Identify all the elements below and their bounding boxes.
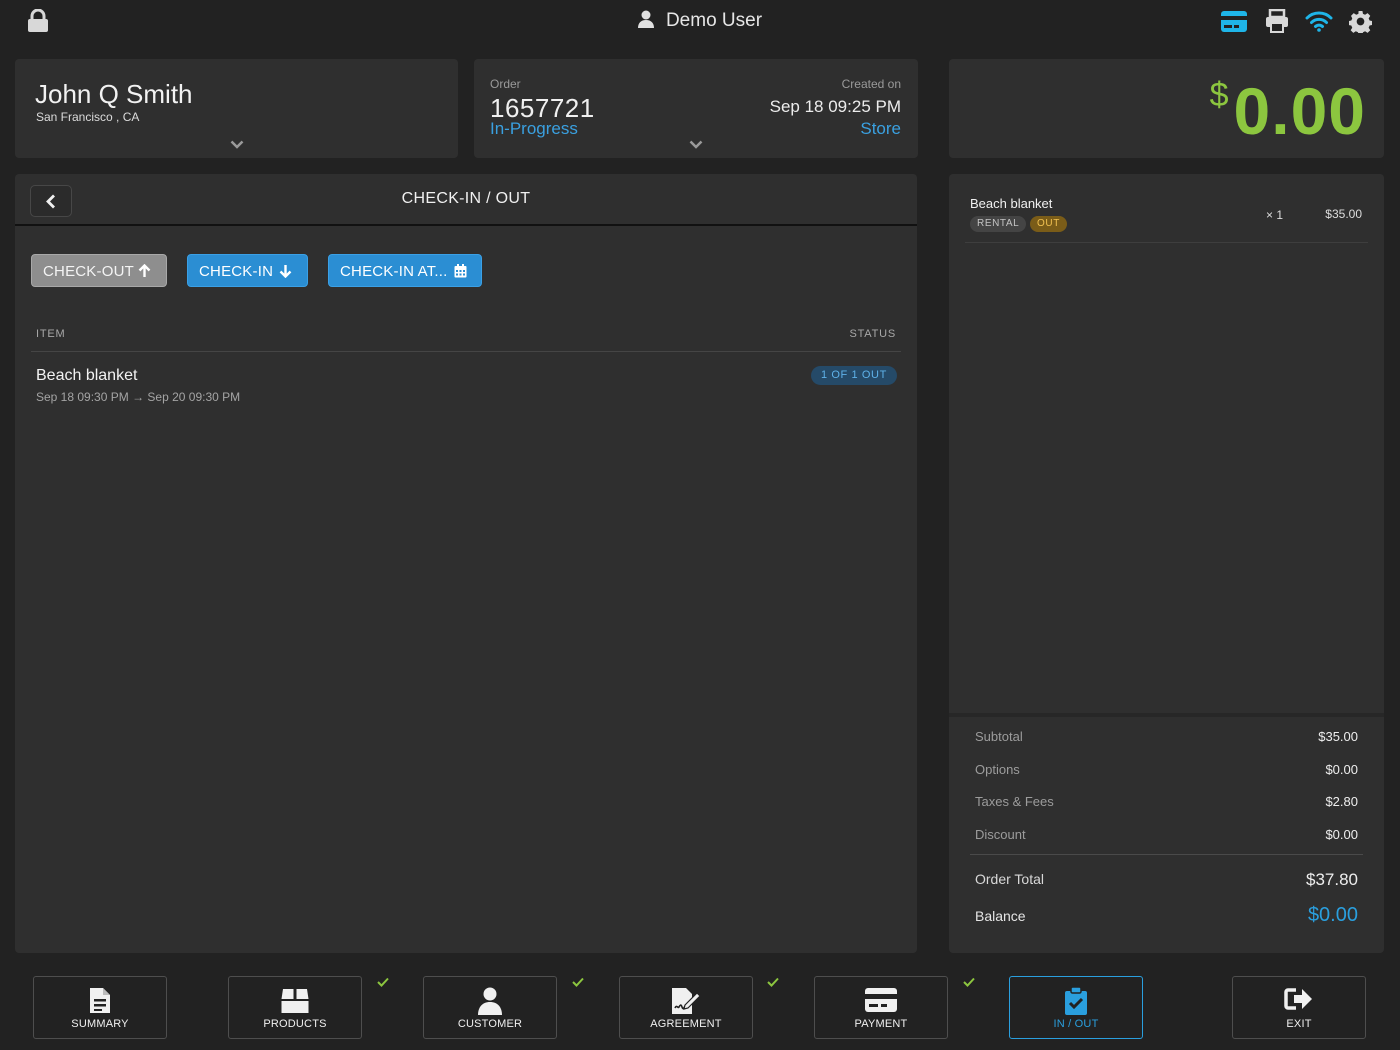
options-label: Options bbox=[975, 762, 1020, 777]
checkmark-icon bbox=[572, 977, 584, 987]
nav-customer-label: CUSTOMER bbox=[457, 1018, 523, 1030]
status-badge: 1 OF 1 OUT bbox=[811, 366, 897, 385]
nav-summary-label: SUMMARY bbox=[71, 1018, 129, 1030]
balance-label: Balance bbox=[975, 908, 1026, 924]
subtotal-value: $35.00 bbox=[1318, 729, 1358, 744]
checkin-button[interactable]: CHECK-IN bbox=[187, 254, 308, 287]
rental-tag: RENTAL bbox=[970, 216, 1027, 232]
chevron-down-icon[interactable] bbox=[689, 140, 703, 149]
discount-value: $0.00 bbox=[1325, 827, 1358, 842]
balance-value: 0.00 bbox=[1233, 74, 1366, 148]
order-total-label: Order Total bbox=[975, 871, 1044, 887]
order-total-value: $37.80 bbox=[1306, 870, 1358, 889]
column-header-item: ITEM bbox=[36, 328, 66, 340]
checkin-at-label: CHECK-IN AT... bbox=[340, 263, 448, 280]
checkin-panel: CHECK-IN / OUT CHECK-OUT CHECK-IN CHECK-… bbox=[15, 174, 917, 953]
item-name: Beach blanket bbox=[36, 367, 138, 384]
checkout-button[interactable]: CHECK-OUT bbox=[31, 254, 167, 287]
summary-divider bbox=[949, 713, 1384, 717]
currency-symbol: $ bbox=[1209, 76, 1230, 114]
column-header-status: STATUS bbox=[849, 328, 896, 340]
order-summary-panel: Beach blanket RENTAL OUT × 1 $35.00 Subt… bbox=[949, 174, 1384, 953]
options-value: $0.00 bbox=[1325, 762, 1358, 777]
chevron-left-icon bbox=[46, 194, 55, 209]
nav-payment[interactable]: PAYMENT bbox=[814, 976, 948, 1039]
printer-icon[interactable] bbox=[1265, 9, 1289, 33]
checkin-at-button[interactable]: CHECK-IN AT... bbox=[328, 254, 482, 287]
customer-location: San Francisco , CA bbox=[36, 110, 140, 124]
chevron-down-icon[interactable] bbox=[230, 140, 244, 149]
cart-item-name: Beach blanket bbox=[970, 196, 1053, 211]
box-icon bbox=[281, 989, 309, 1013]
user-icon bbox=[637, 10, 654, 34]
cart-item-price: $35.00 bbox=[1325, 207, 1362, 221]
exit-icon bbox=[1284, 988, 1312, 1010]
nav-customer[interactable]: CUSTOMER bbox=[423, 976, 557, 1039]
nav-exit[interactable]: EXIT bbox=[1232, 976, 1366, 1039]
checkin-label: CHECK-IN bbox=[199, 263, 274, 280]
current-user[interactable]: Demo User bbox=[0, 10, 1400, 34]
balance-amount: $0.00 bbox=[1210, 73, 1366, 149]
nav-in-out[interactable]: IN / OUT bbox=[1009, 976, 1143, 1039]
order-label: Order bbox=[490, 77, 521, 91]
credit-card-icon bbox=[865, 988, 897, 1012]
nav-in-out-label: IN / OUT bbox=[1053, 1018, 1099, 1030]
document-icon bbox=[90, 988, 110, 1013]
top-bar: Demo User bbox=[0, 0, 1400, 44]
card-reader-icon[interactable] bbox=[1221, 11, 1247, 32]
nav-products-label: PRODUCTS bbox=[263, 1018, 327, 1030]
arrow-up-icon bbox=[138, 264, 151, 277]
nav-exit-label: EXIT bbox=[1286, 1018, 1312, 1030]
gear-icon[interactable] bbox=[1349, 10, 1372, 33]
nav-agreement-label: AGREEMENT bbox=[650, 1018, 722, 1030]
checkmark-icon bbox=[767, 977, 779, 987]
nav-summary[interactable]: SUMMARY bbox=[33, 976, 167, 1039]
created-date: Sep 18 09:25 PM bbox=[769, 97, 901, 116]
checkout-label: CHECK-OUT bbox=[43, 263, 134, 280]
nav-payment-label: PAYMENT bbox=[854, 1018, 908, 1030]
user-icon bbox=[478, 987, 502, 1015]
checkmark-icon bbox=[377, 977, 389, 987]
arrow-down-icon bbox=[279, 265, 292, 278]
customer-name: John Q Smith bbox=[35, 79, 193, 109]
nav-products[interactable]: PRODUCTS bbox=[228, 976, 362, 1039]
user-name: Demo User bbox=[665, 10, 763, 31]
balance-value: $0.00 bbox=[1307, 904, 1358, 926]
taxes-label: Taxes & Fees bbox=[975, 794, 1054, 809]
cart-item-qty: × 1 bbox=[1266, 208, 1284, 222]
order-card[interactable]: Order 1657721 In-Progress Created on Sep… bbox=[474, 59, 918, 158]
header-row-divider bbox=[31, 351, 901, 352]
cart-item-divider bbox=[965, 242, 1368, 243]
total-divider bbox=[970, 854, 1363, 855]
panel-title: CHECK-IN / OUT bbox=[401, 190, 531, 207]
balance-display: $0.00 bbox=[949, 59, 1384, 158]
back-button[interactable] bbox=[30, 185, 72, 217]
signature-icon bbox=[672, 988, 701, 1014]
checkmark-icon bbox=[963, 977, 975, 987]
discount-label: Discount bbox=[975, 827, 1026, 842]
nav-agreement[interactable]: AGREEMENT bbox=[619, 976, 753, 1039]
calendar-icon bbox=[454, 264, 467, 278]
wifi-icon[interactable] bbox=[1305, 10, 1333, 32]
item-dates: Sep 18 09:30 PM → Sep 20 09:30 PM bbox=[36, 390, 241, 404]
order-channel[interactable]: Store bbox=[860, 119, 901, 139]
created-label: Created on bbox=[841, 77, 901, 91]
header-divider bbox=[15, 224, 917, 226]
subtotal-label: Subtotal bbox=[975, 729, 1023, 744]
clipboard-check-icon bbox=[1065, 987, 1087, 1015]
customer-card[interactable]: John Q Smith San Francisco , CA bbox=[15, 59, 458, 158]
taxes-value: $2.80 bbox=[1325, 794, 1358, 809]
out-tag: OUT bbox=[1030, 216, 1067, 232]
order-status[interactable]: In-Progress bbox=[490, 119, 578, 139]
